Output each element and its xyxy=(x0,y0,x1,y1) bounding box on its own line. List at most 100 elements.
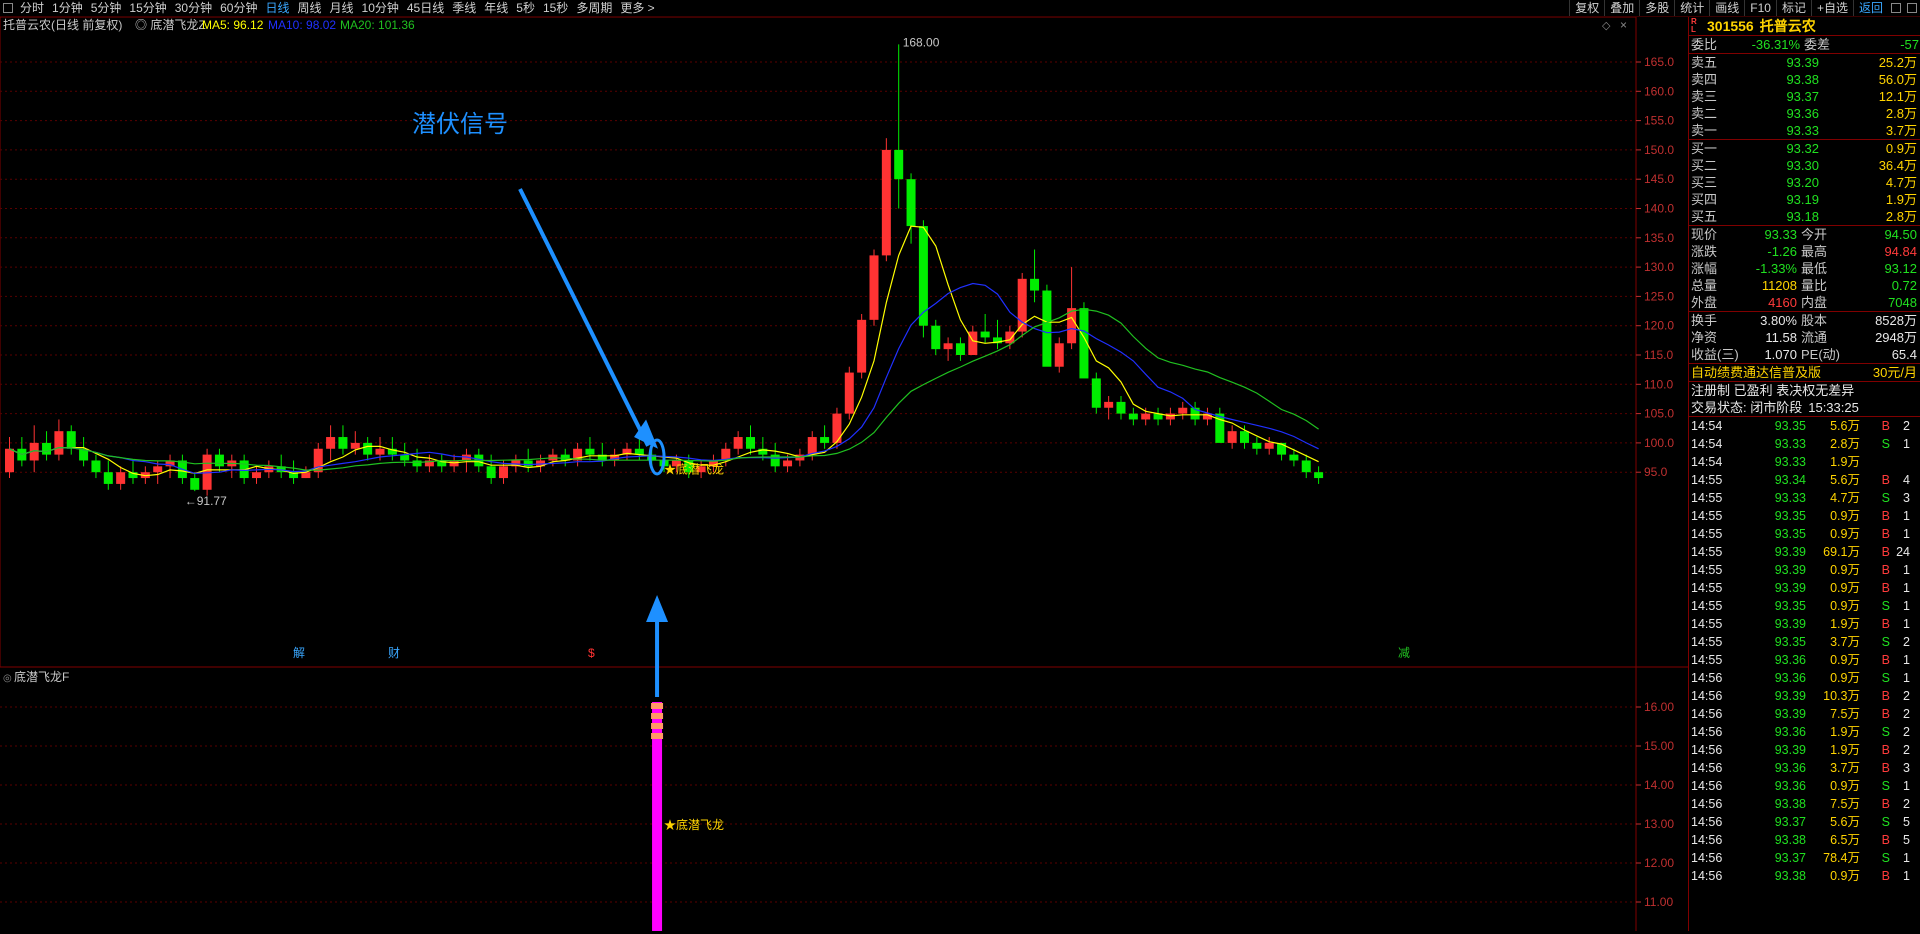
tick-row-12[interactable]: 14:55 93.35 3.7万 S 2 xyxy=(1689,633,1920,651)
minimize-icon[interactable] xyxy=(1891,3,1901,13)
period-tab-2[interactable]: 5分钟 xyxy=(87,0,126,16)
candle-body[interactable] xyxy=(1289,454,1299,461)
tick-row-13[interactable]: 14:55 93.36 0.9万 B 1 xyxy=(1689,651,1920,669)
period-tab-11[interactable]: 季线 xyxy=(448,0,480,16)
period-tab-13[interactable]: 5秒 xyxy=(512,0,539,16)
toolbar-button-3[interactable]: 统计 xyxy=(1674,0,1709,16)
tick-row-11[interactable]: 14:55 93.39 1.9万 B 1 xyxy=(1689,615,1920,633)
candle-body[interactable] xyxy=(412,460,422,467)
period-tab-9[interactable]: 10分钟 xyxy=(358,0,403,16)
period-tab-3[interactable]: 15分钟 xyxy=(125,0,170,16)
candle-body[interactable] xyxy=(1301,460,1311,473)
period-tab-0[interactable]: 分时 xyxy=(16,0,48,16)
candle-body[interactable] xyxy=(1116,401,1126,414)
candle-body[interactable] xyxy=(1042,290,1052,367)
candle-body[interactable] xyxy=(1178,407,1188,414)
tick-row-17[interactable]: 14:56 93.36 1.9万 S 2 xyxy=(1689,723,1920,741)
tick-row-2[interactable]: 14:54 93.33 1.9万 xyxy=(1689,453,1920,471)
candle-body[interactable] xyxy=(66,431,76,449)
candle-body[interactable] xyxy=(783,460,793,467)
maximize-icon[interactable] xyxy=(1907,3,1917,13)
period-tab-10[interactable]: 45日线 xyxy=(403,0,448,16)
period-tab-16[interactable]: 更多 > xyxy=(616,0,658,16)
tick-row-8[interactable]: 14:55 93.39 0.9万 B 1 xyxy=(1689,561,1920,579)
candle-body[interactable] xyxy=(746,437,755,449)
toolbar-button-5[interactable]: F10 xyxy=(1744,0,1776,16)
candle-body[interactable] xyxy=(820,437,830,443)
toolbar-button-1[interactable]: 叠加 xyxy=(1604,0,1639,16)
tick-row-9[interactable]: 14:55 93.39 0.9万 B 1 xyxy=(1689,579,1920,597)
candle-body[interactable] xyxy=(350,442,360,449)
kline-svg[interactable]: 托普云农(日线 前复权) ◎ 底潜飞龙ZMA5: 96.12 MA10: 98.02… xyxy=(0,16,1688,934)
tick-row-15[interactable]: 14:56 93.39 10.3万 B 2 xyxy=(1689,687,1920,705)
tick-row-22[interactable]: 14:56 93.37 5.6万 S 5 xyxy=(1689,813,1920,831)
period-tab-4[interactable]: 30分钟 xyxy=(171,0,216,16)
period-tab-8[interactable]: 月线 xyxy=(326,0,358,16)
candle-body[interactable] xyxy=(807,437,817,455)
candle-body[interactable] xyxy=(832,413,842,443)
period-tab-14[interactable]: 15秒 xyxy=(539,0,572,16)
candle-body[interactable] xyxy=(190,478,200,490)
candle-body[interactable] xyxy=(1314,472,1324,479)
period-tab-6[interactable]: 日线 xyxy=(261,0,293,16)
candle-body[interactable] xyxy=(326,437,336,449)
tick-row-16[interactable]: 14:56 93.39 7.5万 B 2 xyxy=(1689,705,1920,723)
period-tab-12[interactable]: 年线 xyxy=(480,0,512,16)
period-tab-1[interactable]: 1分钟 xyxy=(48,0,87,16)
tick-row-18[interactable]: 14:56 93.39 1.9万 B 2 xyxy=(1689,741,1920,759)
tick-row-10[interactable]: 14:55 93.35 0.9万 S 1 xyxy=(1689,597,1920,615)
candle-body[interactable] xyxy=(1240,431,1249,443)
candle-body[interactable] xyxy=(486,466,496,479)
candle-body[interactable] xyxy=(881,149,891,256)
candle-body[interactable] xyxy=(1252,442,1262,449)
tick-row-4[interactable]: 14:55 93.33 4.7万 S 3 xyxy=(1689,489,1920,507)
candle-body[interactable] xyxy=(103,472,113,484)
toolbar-button-0[interactable]: 复权 xyxy=(1569,0,1604,16)
candle-body[interactable] xyxy=(5,448,14,473)
candle-body[interactable] xyxy=(1165,413,1175,420)
news-row[interactable]: 自动绩费通达信普及版 30元/月 xyxy=(1689,363,1920,381)
tick-row-6[interactable]: 14:55 93.35 0.9万 B 1 xyxy=(1689,525,1920,543)
candle-body[interactable] xyxy=(523,460,533,467)
window-menu-icon[interactable] xyxy=(3,3,13,13)
tick-row-19[interactable]: 14:56 93.36 3.7万 B 3 xyxy=(1689,759,1920,777)
candle-body[interactable] xyxy=(252,472,261,479)
candle-body[interactable] xyxy=(42,442,52,455)
candle-body[interactable] xyxy=(844,372,854,414)
candle-body[interactable] xyxy=(906,179,916,227)
tick-row-25[interactable]: 14:56 93.38 0.9万 B 1 xyxy=(1689,867,1920,885)
candle-body[interactable] xyxy=(91,460,101,473)
candle-body[interactable] xyxy=(931,325,941,350)
toolbar-button-2[interactable]: 多股 xyxy=(1639,0,1674,16)
candle-body[interactable] xyxy=(1030,278,1040,291)
tick-list[interactable]: 14:54 93.35 5.6万 B 2 14:54 93.33 2.8万 S 1 14:54 93.… xyxy=(1689,416,1920,885)
candle-body[interactable] xyxy=(116,472,126,484)
candle-body[interactable] xyxy=(375,448,385,455)
tick-row-5[interactable]: 14:55 93.35 0.9万 B 1 xyxy=(1689,507,1920,525)
candle-body[interactable] xyxy=(770,454,780,467)
tick-row-3[interactable]: 14:55 93.34 5.6万 B 4 xyxy=(1689,471,1920,489)
tick-row-20[interactable]: 14:56 93.36 0.9万 S 1 xyxy=(1689,777,1920,795)
candle-body[interactable] xyxy=(1054,343,1064,367)
tick-row-24[interactable]: 14:56 93.37 78.4万 S 1 xyxy=(1689,849,1920,867)
news-text[interactable]: 自动绩费通达信普及版 xyxy=(1689,364,1821,381)
candle-body[interactable] xyxy=(1091,378,1101,408)
period-tab-15[interactable]: 多周期 xyxy=(572,0,616,16)
candle-body[interactable] xyxy=(1141,413,1151,420)
toolbar-button-6[interactable]: 标记 xyxy=(1775,0,1811,16)
candle-body[interactable] xyxy=(943,343,953,350)
candle-body[interactable] xyxy=(1128,413,1138,420)
candle-body[interactable] xyxy=(214,454,224,467)
candle-body[interactable] xyxy=(980,331,990,338)
period-tab-7[interactable]: 周线 xyxy=(293,0,325,16)
tick-row-7[interactable]: 14:55 93.39 69.1万 B 24 xyxy=(1689,543,1920,561)
candle-body[interactable] xyxy=(894,149,904,180)
period-tab-5[interactable]: 60分钟 xyxy=(216,0,261,16)
candle-body[interactable] xyxy=(54,431,64,455)
tick-row-1[interactable]: 14:54 93.33 2.8万 S 1 xyxy=(1689,435,1920,453)
candle-body[interactable] xyxy=(1227,431,1237,443)
toolbar-button-4[interactable]: 画线 xyxy=(1709,0,1744,16)
candle-body[interactable] xyxy=(857,319,867,373)
tick-row-21[interactable]: 14:56 93.38 7.5万 B 2 xyxy=(1689,795,1920,813)
candle-body[interactable] xyxy=(1104,401,1114,408)
